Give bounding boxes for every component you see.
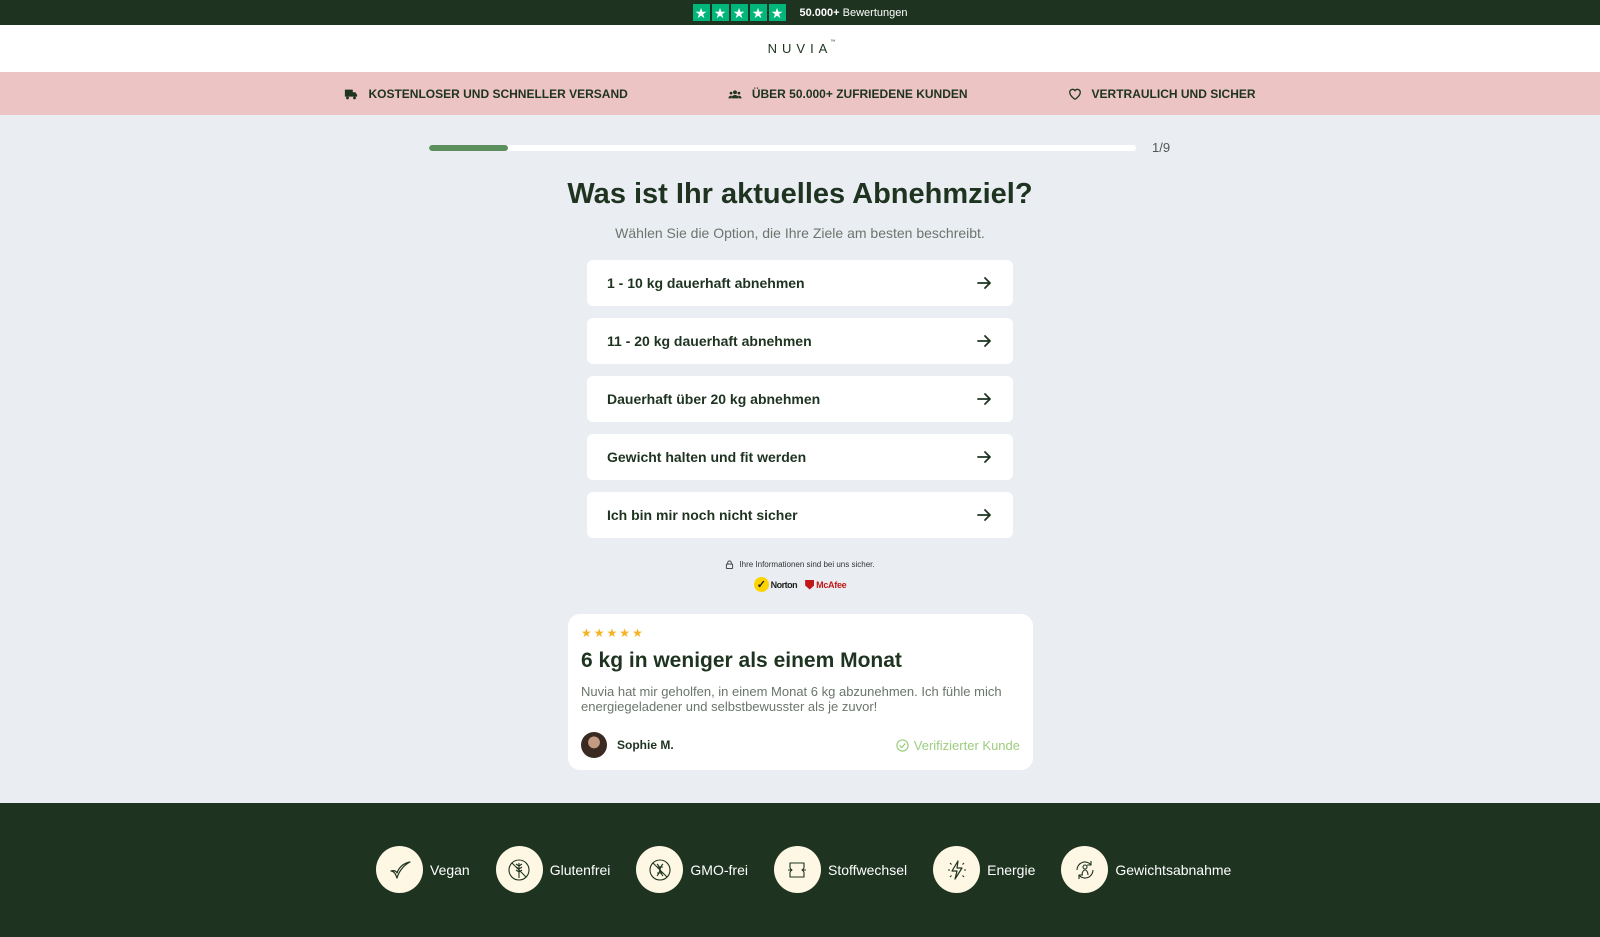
star-icon: ★ — [593, 626, 605, 640]
feature-label: Vegan — [430, 861, 470, 878]
trustpilot-star-icon: ★ — [730, 4, 748, 21]
wheat-icon — [495, 846, 543, 893]
review-author: Sophie M. — [581, 732, 674, 758]
reviews-count: 50.000+ — [799, 6, 840, 19]
benefits-banner: KOSTENLOSER UND SCHNELLER VERSAND ÜBER 5… — [0, 72, 1600, 115]
progress-fill — [429, 144, 508, 151]
weight-loss-icon — [1061, 846, 1109, 893]
option-not-sure[interactable]: Ich bin mir noch nicht sicher — [587, 492, 1013, 538]
star-icon: ★ — [581, 626, 592, 640]
progress-track — [429, 144, 1136, 151]
feature-metabolism: Stoffwechsel — [773, 846, 908, 893]
trustpilot-star-icon: ★ — [711, 4, 729, 21]
truck-icon — [345, 89, 358, 99]
check-circle-icon — [896, 738, 909, 752]
star-icon: ★ — [606, 626, 618, 640]
feature-weight-loss: Gewichtsabnahme — [1061, 846, 1231, 893]
benefit-privacy: VERTRAULICH UND SICHER — [1068, 87, 1256, 101]
site-header: NUVIA ™ — [0, 25, 1600, 72]
verified-badge: Verifizierter Kunde — [896, 738, 1020, 753]
arrow-right-icon — [977, 451, 991, 463]
benefit-label: VERTRAULICH UND SICHER — [1091, 86, 1256, 101]
option-over-20kg[interactable]: Dauerhaft über 20 kg abnehmen — [587, 376, 1013, 422]
mcafee-label: McAfee — [816, 579, 847, 590]
mcafee-badge: McAfee — [805, 579, 847, 590]
feature-list: Vegan Glutenfrei GMO-frei Stoffwechsel E… — [376, 846, 1231, 893]
arrow-right-icon — [977, 277, 991, 289]
security-text: Ihre Informationen sind bei uns sicher. — [739, 560, 875, 569]
arrow-right-icon — [977, 393, 991, 405]
star-icon: ★ — [632, 626, 643, 640]
option-1-10kg[interactable]: 1 - 10 kg dauerhaft abnehmen — [587, 260, 1013, 306]
question-subtitle: Wählen Sie die Option, die Ihre Ziele am… — [615, 225, 985, 241]
reviews-summary: 50.000+ Bewertungen — [800, 7, 908, 19]
option-label: Dauerhaft über 20 kg abnehmen — [607, 391, 821, 407]
answer-options: 1 - 10 kg dauerhaft abnehmen 11 - 20 kg … — [587, 260, 1013, 538]
option-11-20kg[interactable]: 11 - 20 kg dauerhaft abnehmen — [587, 318, 1013, 364]
norton-label: Norton — [770, 579, 798, 590]
benefit-label: ÜBER 50.000+ ZUFRIEDENE KUNDEN — [751, 86, 968, 101]
review-card: ★ ★ ★ ★ ★ 6 kg in weniger als einem Mona… — [568, 614, 1033, 770]
lock-icon — [726, 560, 734, 569]
verified-label: Verifizierter Kunde — [913, 737, 1020, 753]
feature-label: GMO-frei — [690, 861, 748, 878]
review-title: 6 kg in weniger als einem Monat — [581, 649, 902, 672]
mcafee-shield-icon — [805, 579, 815, 590]
norton-check-icon: ✓ — [753, 577, 769, 592]
review-footer: Sophie M. Verifizierter Kunde — [581, 732, 1020, 758]
review-text: Nuvia hat mir geholfen, in einem Monat 6… — [581, 684, 1002, 714]
arrow-right-icon — [977, 335, 991, 347]
progress-step-label: 1/9 — [1152, 140, 1171, 155]
reviews-label: Bewertungen — [842, 6, 908, 19]
feature-label: Glutenfrei — [549, 861, 611, 878]
star-icon: ★ — [619, 626, 631, 640]
option-label: 11 - 20 kg dauerhaft abnehmen — [607, 333, 812, 349]
nuvia-logo[interactable]: NUVIA ™ — [767, 39, 836, 56]
users-icon — [728, 89, 742, 98]
review-rating: ★ ★ ★ ★ ★ — [581, 627, 1020, 639]
author-name: Sophie M. — [617, 738, 674, 752]
trustpilot-star-icon: ★ — [768, 4, 786, 21]
feature-label: Gewichtsabnahme — [1115, 861, 1232, 878]
security-note: Ihre Informationen sind bei uns sicher. — [0, 560, 1600, 569]
feature-gluten-free: Glutenfrei — [495, 846, 611, 893]
logo-text: NUVIA — [767, 41, 833, 56]
feature-gmo-free: GMO-frei — [636, 846, 748, 893]
security-badges: ✓ Norton McAfee — [0, 577, 1600, 592]
trademark-mark: ™ — [830, 39, 836, 45]
norton-badge: ✓ Norton — [753, 577, 798, 592]
benefit-label: KOSTENLOSER UND SCHNELLER VERSAND — [368, 86, 628, 101]
metabolism-icon — [773, 846, 821, 893]
feature-vegan: Vegan — [376, 846, 470, 893]
gmo-free-icon — [636, 846, 684, 893]
option-maintain-weight[interactable]: Gewicht halten und fit werden — [587, 434, 1013, 480]
trustpilot-star-icon: ★ — [749, 4, 767, 21]
question-title: Was ist Ihr aktuelles Abnehmziel? — [567, 178, 1033, 210]
benefit-shipping: KOSTENLOSER UND SCHNELLER VERSAND — [344, 86, 628, 101]
feature-label: Stoffwechsel — [827, 861, 908, 878]
feature-label: Energie — [987, 861, 1036, 878]
quiz-progress: 1/9 — [429, 140, 1171, 155]
benefit-customers: ÜBER 50.000+ ZUFRIEDENE KUNDEN — [728, 87, 968, 101]
option-label: Gewicht halten und fit werden — [607, 449, 807, 465]
avatar — [581, 732, 607, 758]
leaf-icon — [376, 846, 423, 893]
option-label: 1 - 10 kg dauerhaft abnehmen — [607, 275, 805, 291]
trust-bar: ★ ★ ★ ★ ★ 50.000+ Bewertungen — [0, 0, 1600, 25]
heart-icon — [1068, 88, 1081, 100]
option-label: Ich bin mir noch nicht sicher — [607, 507, 798, 523]
trustpilot-star-icon: ★ — [692, 4, 710, 21]
arrow-right-icon — [977, 509, 991, 521]
feature-energy: Energie — [933, 846, 1035, 893]
features-footer: Vegan Glutenfrei GMO-frei Stoffwechsel E… — [0, 803, 1600, 937]
trustpilot-stars: ★ ★ ★ ★ ★ — [692, 4, 786, 21]
energy-icon — [933, 846, 981, 893]
